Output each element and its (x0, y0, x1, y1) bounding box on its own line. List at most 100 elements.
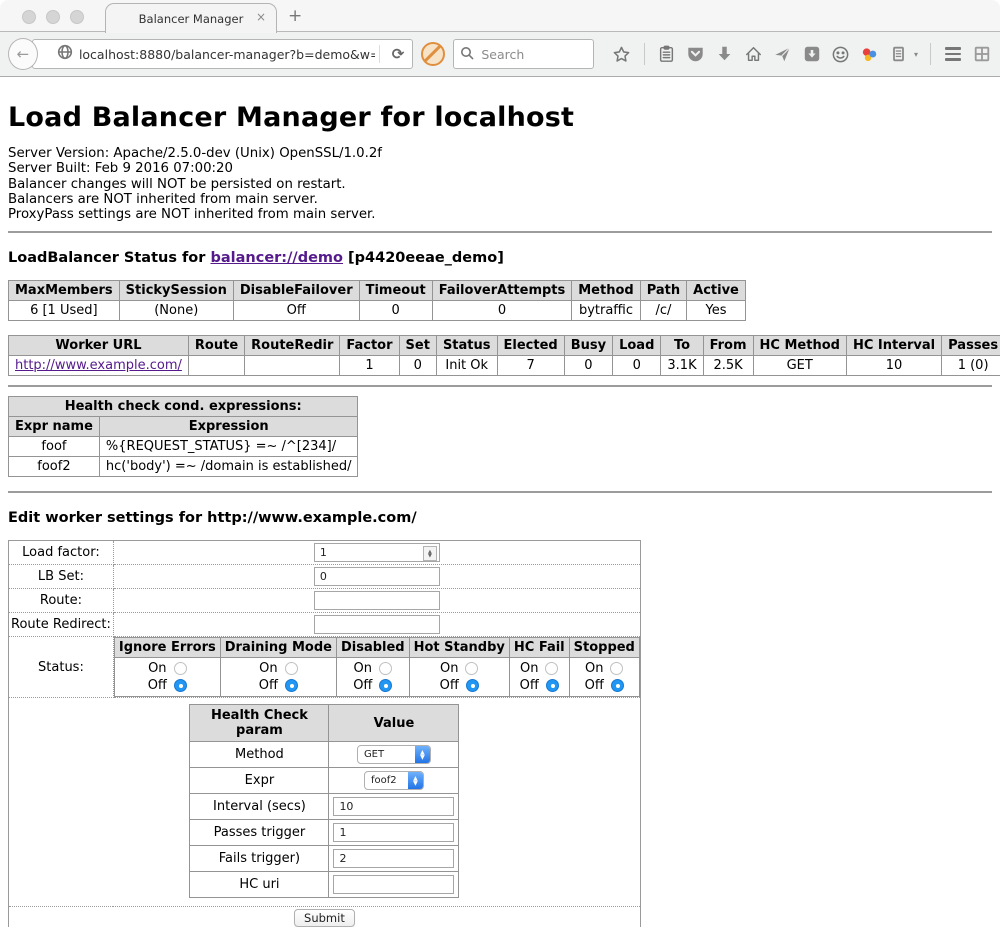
hc-fail-on-radio[interactable] (545, 662, 558, 675)
edit-worker-form: Load factor: ▲▼ LB Set: Route: Route Red… (8, 540, 641, 927)
radio-off-label: Off (148, 677, 167, 694)
zoom-window-button[interactable] (70, 10, 84, 24)
radio-off-label: Off (440, 677, 459, 694)
cell-active: Yes (687, 301, 746, 321)
extension-colored-dots-icon[interactable] (860, 44, 880, 64)
hc-passes-input[interactable] (333, 823, 454, 842)
chevron-down-icon[interactable]: ▾ (914, 50, 918, 59)
route-redirect-input[interactable] (314, 615, 440, 634)
balancer-status-table: MaxMembers StickySession DisableFailover… (8, 280, 746, 321)
worker-url-link[interactable]: http://www.example.com/ (15, 358, 182, 373)
radio-on-label: On (259, 660, 277, 677)
radio-on-label: On (440, 660, 458, 677)
site-identity-globe-icon[interactable] (57, 44, 73, 64)
column-header: Path (640, 281, 686, 301)
status-label: Status: (9, 637, 114, 698)
hc-uri-label: HC uri (190, 872, 329, 898)
hot-standby-off-radio[interactable] (466, 679, 479, 692)
tab-strip: Balancer Manager × + (0, 0, 1000, 32)
divider (8, 491, 992, 493)
column-header: StickySession (119, 281, 233, 301)
hc-expr-select[interactable]: foof2▲▼ (364, 771, 424, 790)
content-blocker-icon[interactable] (421, 42, 445, 66)
reload-icon[interactable]: ⟳ (384, 45, 413, 63)
hc-interval-input[interactable] (333, 797, 454, 816)
load-factor-value[interactable] (318, 545, 436, 560)
draining-mode-off-radio[interactable] (285, 679, 298, 692)
new-tab-button[interactable]: + (288, 6, 302, 26)
load-factor-input[interactable]: ▲▼ (314, 543, 440, 562)
hc-interval-value[interactable] (337, 799, 450, 814)
submit-button[interactable]: Submit (294, 909, 355, 927)
ignore-errors-on-radio[interactable] (174, 662, 187, 675)
lb-set-label: LB Set: (9, 565, 114, 589)
url-bar[interactable]: localhost:8880/balancer-manager?b=demo&w… (32, 39, 413, 69)
heading-prefix: LoadBalancer Status for (8, 250, 210, 266)
window-controls (22, 10, 84, 24)
search-input[interactable] (479, 46, 578, 63)
expressions-title: Health check cond. expressions: (9, 397, 358, 417)
tab-groups-icon[interactable] (972, 44, 992, 64)
cell-hc-method: GET (753, 356, 846, 376)
disabled-off-radio[interactable] (379, 679, 392, 692)
hc-fails-input[interactable] (333, 849, 454, 868)
download-panel-icon[interactable] (802, 44, 822, 64)
route-label: Route: (9, 589, 114, 613)
minimize-window-button[interactable] (46, 10, 60, 24)
hc-fail-off-radio[interactable] (546, 679, 559, 692)
health-check-table: Health Check param Value Method GET▲▼ Ex… (189, 704, 459, 898)
table-row: 6 [1 Used] (None) Off 0 0 bytraffic /c/ … (9, 301, 746, 321)
feedback-smiley-icon[interactable] (831, 44, 851, 64)
route-redirect-value[interactable] (318, 617, 436, 632)
balancer-demo-link[interactable]: balancer://demo (210, 250, 343, 266)
route-input[interactable] (314, 591, 440, 610)
tab-close-icon[interactable]: × (256, 10, 266, 24)
hc-method-select[interactable]: GET▲▼ (357, 745, 431, 764)
hc-passes-label: Passes trigger (190, 820, 329, 846)
server-info: Server Version: Apache/2.5.0-dev (Unix) … (8, 146, 992, 222)
status-column-header: Hot Standby (409, 638, 509, 658)
cell-failoverattempts: 0 (432, 301, 572, 321)
hc-fails-value[interactable] (337, 851, 450, 866)
hc-uri-value[interactable] (337, 877, 450, 892)
home-icon[interactable] (744, 44, 764, 64)
stopped-off-radio[interactable] (611, 679, 624, 692)
cell-from: 2.5K (703, 356, 753, 376)
column-header: RouteRedir (245, 336, 340, 356)
hc-passes-value[interactable] (337, 825, 450, 840)
hc-uri-input[interactable] (333, 875, 454, 894)
cell-load: 0 (613, 356, 661, 376)
send-page-icon[interactable] (773, 44, 793, 64)
radio-off-label: Off (353, 677, 372, 694)
column-header: Expression (99, 417, 358, 437)
cell-factor: 1 (340, 356, 399, 376)
route-value[interactable] (318, 593, 436, 608)
draining-mode-on-radio[interactable] (285, 662, 298, 675)
lb-set-value[interactable] (318, 569, 436, 584)
stopped-on-radio[interactable] (610, 662, 623, 675)
hot-standby-on-radio[interactable] (465, 662, 478, 675)
number-spinner-icon[interactable]: ▲▼ (423, 546, 437, 561)
load-factor-label: Load factor: (9, 541, 114, 565)
downloads-icon[interactable] (715, 44, 735, 64)
ignore-errors-off-radio[interactable] (174, 679, 187, 692)
column-header: Worker URL (9, 336, 189, 356)
menu-hamburger-icon[interactable] (943, 44, 963, 64)
column-header: FailoverAttempts (432, 281, 572, 301)
session-clipboard-icon[interactable] (889, 44, 909, 64)
disabled-on-radio[interactable] (379, 662, 392, 675)
lb-set-input[interactable] (314, 567, 440, 586)
bookmark-star-icon[interactable] (612, 44, 632, 64)
close-window-button[interactable] (22, 10, 36, 24)
status-radio-row: On Off On Off On Off (114, 658, 639, 697)
url-text[interactable]: localhost:8880/balancer-manager?b=demo&w… (79, 47, 375, 62)
bookmarks-menu-icon[interactable] (657, 44, 677, 64)
route-redirect-label: Route Redirect: (9, 613, 114, 637)
search-bar[interactable] (453, 39, 594, 69)
hc-expr-value: foof2 (365, 775, 408, 786)
back-button[interactable]: ← (8, 38, 38, 70)
cell-expr-name: foof (9, 437, 100, 457)
column-header: DisableFailover (233, 281, 359, 301)
tab-balancer-manager[interactable]: Balancer Manager × (105, 3, 277, 33)
pocket-icon[interactable] (686, 44, 706, 64)
